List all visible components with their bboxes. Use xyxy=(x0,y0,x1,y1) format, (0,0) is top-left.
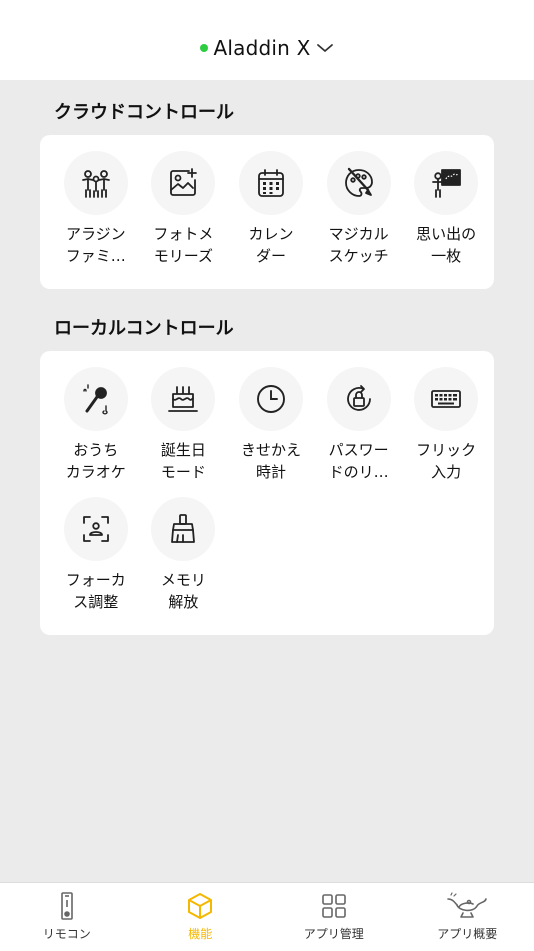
tile-photo-memories[interactable]: フォトメ モリーズ xyxy=(140,151,228,267)
tile-aladdin-family[interactable]: アラジン ファミ… xyxy=(52,151,140,267)
tile-memory-photo[interactable]: 思い出の 一枚 xyxy=(402,151,490,267)
tile-birthday-mode[interactable]: 誕生日 モード xyxy=(140,367,228,483)
tile-label: おうち カラオケ xyxy=(56,439,136,483)
tile-label: フォトメ モリーズ xyxy=(143,223,223,267)
tile-label: アラジン ファミ… xyxy=(56,223,136,267)
cube-icon xyxy=(185,891,215,921)
tile-password-reset[interactable]: パスワー ドのリ… xyxy=(315,367,403,483)
tile-dressup-clock[interactable]: きせかえ 時計 xyxy=(227,367,315,483)
tile-focus-adjust[interactable]: フォーカ ス調整 xyxy=(52,497,140,613)
tile-flick-input[interactable]: フリック 入力 xyxy=(402,367,490,483)
focus-icon xyxy=(64,497,128,561)
bottom-tab-bar: リモコン 機能 アプリ管理 アプリ概要 xyxy=(0,882,534,951)
photo-add-icon xyxy=(151,151,215,215)
tile-label: カレン ダー xyxy=(231,223,311,267)
device-selector[interactable]: Aladdin X xyxy=(200,36,335,60)
tile-label: 誕生日 モード xyxy=(143,439,223,483)
cloud-section-title: クラウドコントロール xyxy=(54,98,234,124)
header-bar: Aladdin X xyxy=(0,0,534,80)
keyboard-icon xyxy=(414,367,478,431)
tab-app-overview[interactable]: アプリ概要 xyxy=(401,883,534,951)
tab-label: アプリ概要 xyxy=(437,925,497,942)
device-name: Aladdin X xyxy=(214,36,311,60)
tile-label: メモリ 解放 xyxy=(143,569,223,613)
tile-home-karaoke[interactable]: おうち カラオケ xyxy=(52,367,140,483)
tile-label: フリック 入力 xyxy=(406,439,486,483)
tab-remote[interactable]: リモコン xyxy=(0,883,134,951)
lock-rotate-icon xyxy=(327,367,391,431)
tab-features[interactable]: 機能 xyxy=(134,883,268,951)
chevron-down-icon xyxy=(316,42,334,54)
local-section-title: ローカルコントロール xyxy=(54,314,234,340)
app-grid-icon xyxy=(319,891,349,921)
cake-icon xyxy=(151,367,215,431)
tab-label: アプリ管理 xyxy=(304,925,364,942)
remote-icon xyxy=(52,891,82,921)
genie-lamp-icon xyxy=(445,891,489,921)
tab-label: リモコン xyxy=(43,925,91,942)
cloud-control-card: アラジン ファミ… フォトメ モリーズ カレン ダー マジカル スケッチ 思い出… xyxy=(40,135,494,289)
tile-memory-release[interactable]: メモリ 解放 xyxy=(140,497,228,613)
clock-icon xyxy=(239,367,303,431)
calendar-icon xyxy=(239,151,303,215)
tile-label: フォーカ ス調整 xyxy=(56,569,136,613)
tile-magical-sketch[interactable]: マジカル スケッチ xyxy=(315,151,403,267)
connection-status-dot xyxy=(200,44,208,52)
tab-app-management[interactable]: アプリ管理 xyxy=(267,883,401,951)
palette-icon xyxy=(327,151,391,215)
tile-calendar[interactable]: カレン ダー xyxy=(227,151,315,267)
memory-board-icon xyxy=(414,151,478,215)
microphone-icon xyxy=(64,367,128,431)
tile-label: 思い出の 一枚 xyxy=(406,223,486,267)
tile-label: きせかえ 時計 xyxy=(231,439,311,483)
tab-label: 機能 xyxy=(188,925,212,942)
local-control-card: おうち カラオケ 誕生日 モード きせかえ 時計 パスワー ドのリ… フリック … xyxy=(40,351,494,635)
broom-icon xyxy=(151,497,215,561)
family-icon xyxy=(64,151,128,215)
tile-label: パスワー ドのリ… xyxy=(319,439,399,483)
tile-label: マジカル スケッチ xyxy=(319,223,399,267)
